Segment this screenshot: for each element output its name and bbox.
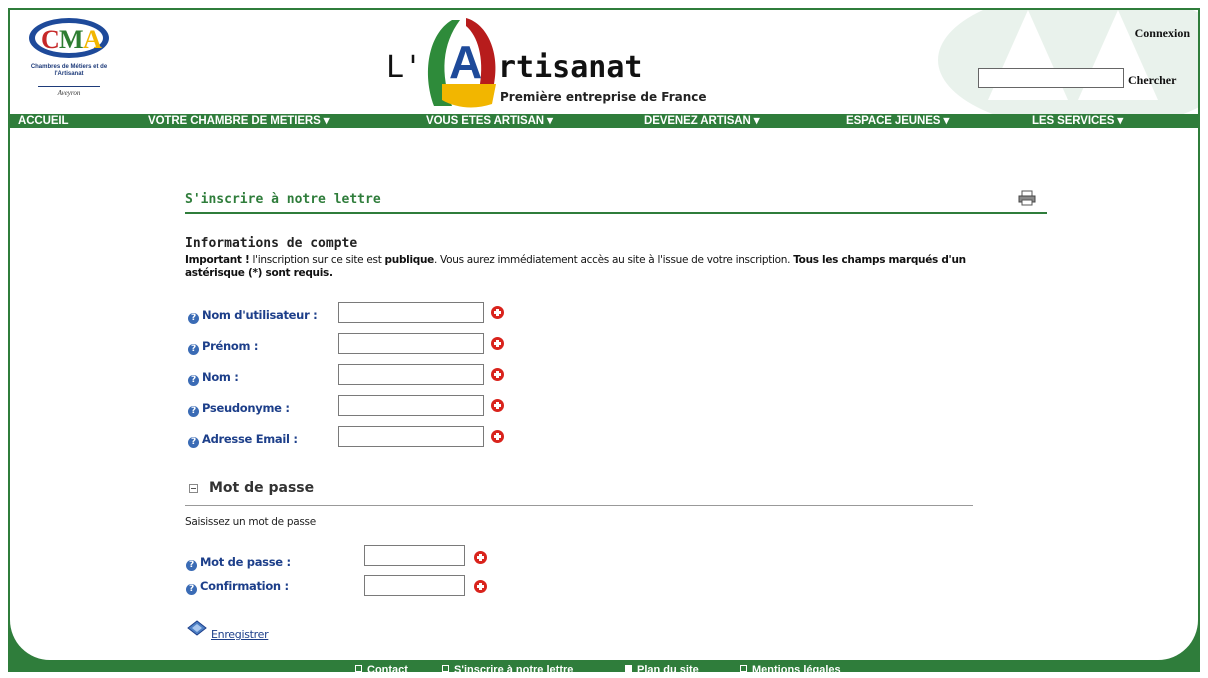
nav-item-votre-chambre[interactable]: VOTRE CHAMBRE DE METIERS ▾ [148, 114, 330, 128]
field-label: ? Nom d'utilisateur : [188, 308, 318, 324]
bullet-icon [625, 665, 632, 672]
site-footer: Contact S'inscrire à notre lettre Plan d… [0, 662, 1208, 678]
password-instruction: Saisissez un mot de passe [185, 516, 316, 528]
printer-icon[interactable] [1018, 190, 1036, 206]
nom-input[interactable] [338, 364, 484, 385]
field-row-prenom: ? Prénom : [188, 335, 258, 355]
required-icon [491, 306, 504, 319]
brand-logo[interactable]: L' A rtisanat Première entreprise de Fra… [386, 14, 726, 112]
brand-prefix: L' [386, 50, 423, 85]
minus-icon [191, 488, 196, 489]
footer-link-sitemap[interactable]: Plan du site [625, 664, 699, 676]
cma-logo-region: Aveyron [57, 89, 81, 97]
save-icon[interactable] [187, 620, 207, 636]
username-input[interactable] [338, 302, 484, 323]
password-input[interactable] [364, 545, 465, 566]
field-row-email: ? Adresse Email : [188, 428, 298, 448]
intro-text-2: . Vous aurez immédiatement accès au site… [433, 254, 794, 266]
help-icon[interactable]: ? [188, 344, 199, 355]
help-icon[interactable]: ? [188, 406, 199, 417]
required-icon [474, 551, 487, 564]
email-input[interactable] [338, 426, 484, 447]
help-icon[interactable]: ? [186, 584, 197, 595]
field-row-confirmation: ? Confirmation : [186, 575, 289, 595]
field-label: ? Prénom : [188, 339, 258, 355]
bullet-icon [442, 665, 449, 672]
field-label: ? Adresse Email : [188, 432, 298, 448]
main-content: S'inscrire à notre lettre Informations d… [10, 128, 1198, 660]
page-title: S'inscrire à notre lettre [185, 192, 381, 207]
cma-logo-divider [38, 86, 100, 87]
cma-logo[interactable]: C M A Chambres de Métiers et de l'Artisa… [24, 16, 114, 102]
pseudonyme-input[interactable] [338, 395, 484, 416]
field-row-pseudonyme: ? Pseudonyme : [188, 397, 290, 417]
svg-text:A: A [449, 36, 482, 88]
nav-item-accueil[interactable]: ACCUEIL [18, 114, 69, 128]
prenom-input[interactable] [338, 333, 484, 354]
field-label: ? Mot de passe : [186, 555, 291, 571]
password-divider [185, 505, 973, 506]
brand-suffix: rtisanat [498, 50, 643, 85]
brand-tagline: Première entreprise de France [500, 90, 707, 104]
svg-text:M: M [59, 25, 84, 54]
help-icon[interactable]: ? [186, 560, 197, 571]
help-icon[interactable]: ? [188, 313, 199, 324]
account-intro: Important ! l'inscription sur ce site es… [185, 254, 975, 280]
required-icon [491, 399, 504, 412]
required-icon [491, 368, 504, 381]
intro-publique: publique [384, 254, 435, 266]
required-icon [491, 337, 504, 350]
field-row-password: ? Mot de passe : [186, 551, 291, 571]
help-icon[interactable]: ? [188, 375, 199, 386]
bullet-icon [355, 665, 362, 672]
footer-link-contact[interactable]: Contact [355, 664, 408, 676]
nav-item-espace-jeunes[interactable]: ESPACE JEUNES ▾ [846, 114, 949, 128]
nav-item-devenez-artisan[interactable]: DEVENEZ ARTISAN ▾ [644, 114, 760, 128]
cma-logo-caption: Chambres de Métiers et de l'Artisanat [30, 64, 108, 77]
field-row-nom: ? Nom : [188, 366, 239, 386]
account-heading: Informations de compte [185, 236, 358, 251]
footer-link-newsletter[interactable]: S'inscrire à notre lettre [442, 664, 573, 676]
main-nav: ACCUEIL VOTRE CHAMBRE DE METIERS ▾ VOUS … [10, 114, 1198, 128]
svg-text:C: C [41, 25, 60, 54]
svg-text:A: A [83, 25, 102, 54]
confirmation-input[interactable] [364, 575, 465, 596]
field-label: ? Nom : [188, 370, 239, 386]
save-button[interactable]: Enregistrer [211, 628, 269, 641]
required-icon [491, 430, 504, 443]
cma-logo-mark: C M A [29, 18, 109, 58]
password-heading: Mot de passe [209, 480, 315, 496]
title-divider [185, 212, 1047, 214]
bullet-icon [740, 665, 747, 672]
footer-link-mentions[interactable]: Mentions légales [740, 664, 841, 676]
help-icon[interactable]: ? [188, 437, 199, 448]
intro-text-1: l'inscription sur ce site est [249, 254, 385, 266]
field-label: ? Confirmation : [186, 579, 289, 595]
field-label: ? Pseudonyme : [188, 401, 290, 417]
search-button[interactable]: Chercher [1128, 73, 1176, 88]
connexion-link[interactable]: Connexion [1135, 26, 1190, 41]
search-input[interactable] [978, 68, 1124, 88]
nav-item-vous-etes-artisan[interactable]: VOUS ETES ARTISAN ▾ [426, 114, 553, 128]
brand-a-emblem: A [428, 18, 496, 108]
required-icon [474, 580, 487, 593]
site-header: C M A Chambres de Métiers et de l'Artisa… [10, 10, 1198, 114]
collapse-toggle[interactable] [189, 484, 198, 493]
intro-important: Important ! [185, 254, 250, 266]
nav-item-les-services[interactable]: LES SERVICES ▾ [1032, 114, 1123, 128]
